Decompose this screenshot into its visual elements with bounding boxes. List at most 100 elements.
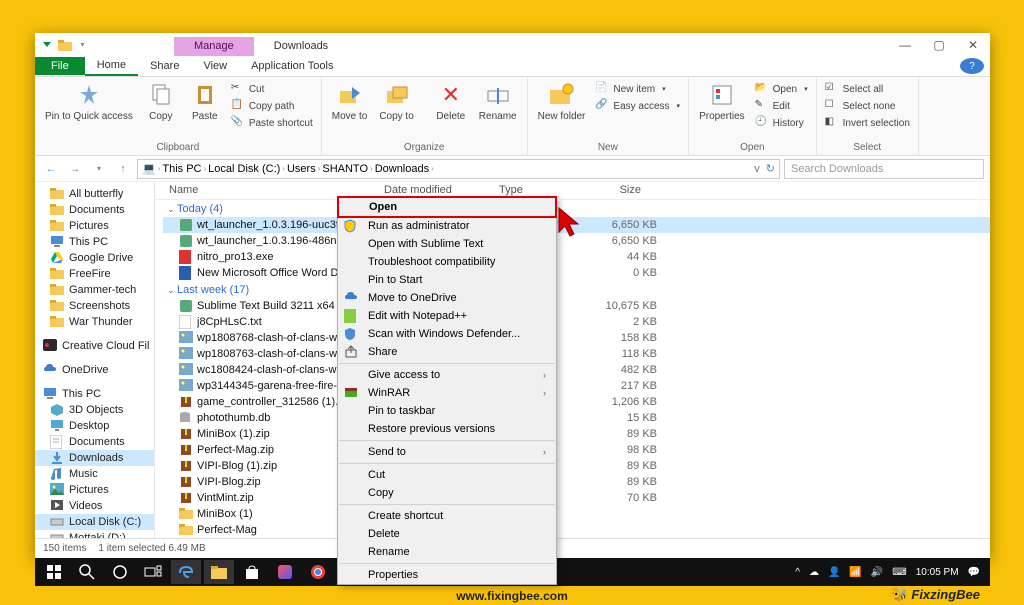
delete-button[interactable]: ✕Delete: [431, 79, 471, 124]
new-folder-button[interactable]: New folder: [534, 79, 590, 124]
tray-cloud-icon[interactable]: ☁: [809, 567, 819, 578]
tray-chevron-icon[interactable]: ^: [795, 567, 800, 578]
column-headers[interactable]: Name Date modified Type Size: [155, 182, 990, 200]
crumb-pc[interactable]: This PC: [162, 163, 201, 175]
tray-notifications-icon[interactable]: 💬: [968, 567, 980, 578]
app-tools-tab[interactable]: Application Tools: [239, 57, 345, 75]
file-row[interactable]: MiniBox (1): [163, 506, 990, 522]
rename-button[interactable]: Rename: [475, 79, 521, 124]
sidebar-item[interactable]: Downloads: [35, 450, 154, 466]
crumb-folder[interactable]: Downloads: [375, 163, 429, 175]
file-row[interactable]: j8CpHLsC.txt2 KB: [163, 314, 990, 330]
app-icon-1[interactable]: [270, 560, 300, 584]
cut-button[interactable]: ✂Cut: [229, 81, 315, 97]
new-item-button[interactable]: 📄New item▾: [593, 81, 682, 97]
file-row[interactable]: New Microsoft Office Word Document.d...0…: [163, 265, 990, 281]
copy-button[interactable]: Copy: [141, 79, 181, 124]
col-size[interactable]: Size: [575, 184, 645, 196]
back-button[interactable]: ←: [41, 159, 61, 179]
file-row[interactable]: wp1808763-clash-of-clans-wallpapers.jpg1…: [163, 346, 990, 362]
maximize-button[interactable]: ▢: [922, 33, 956, 56]
file-row[interactable]: wc1808424-clash-of-clans-wallpapers.jpg4…: [163, 362, 990, 378]
context-menu[interactable]: OpenRun as administratorOpen with Sublim…: [337, 196, 557, 585]
history-button[interactable]: 🕘History: [753, 115, 810, 131]
sidebar-item[interactable]: Music: [35, 466, 154, 482]
tray-lang-icon[interactable]: ⌨: [892, 567, 906, 578]
menu-item[interactable]: Send to›: [338, 443, 556, 461]
pin-quick-access-button[interactable]: Pin to Quick access: [41, 79, 137, 124]
dropdown-icon[interactable]: ▾: [75, 37, 90, 52]
menu-item[interactable]: Troubleshoot compatibility: [338, 253, 556, 271]
explorer-icon[interactable]: [204, 560, 234, 584]
paste-button[interactable]: Paste: [185, 79, 225, 124]
breadcrumb-dropdown[interactable]: v: [754, 163, 760, 175]
menu-item[interactable]: Edit with Notepad++: [338, 307, 556, 325]
down-arrow-icon[interactable]: [39, 37, 54, 52]
move-to-button[interactable]: Move to: [328, 79, 372, 124]
menu-item[interactable]: Give access to›: [338, 366, 556, 384]
sidebar-item[interactable]: War Thunder: [35, 314, 154, 330]
tray-people-icon[interactable]: 👤: [828, 567, 840, 578]
minimize-button[interactable]: —: [888, 33, 922, 56]
sidebar-item[interactable]: Documents: [35, 202, 154, 218]
file-row[interactable]: MiniBox (1).zip89 KB: [163, 426, 990, 442]
sidebar-item[interactable]: Local Disk (C:): [35, 514, 154, 530]
file-row[interactable]: Perfect-Mag: [163, 522, 990, 538]
menu-item[interactable]: Delete: [338, 525, 556, 543]
breadcrumb[interactable]: 💻 › This PC› Local Disk (C:)› Users› SHA…: [137, 159, 780, 179]
properties-button[interactable]: Properties: [695, 79, 749, 124]
home-tab[interactable]: Home: [85, 56, 138, 76]
view-tab[interactable]: View: [191, 57, 239, 75]
sidebar-creative-cloud[interactable]: Creative Cloud Fil: [35, 338, 154, 354]
start-button[interactable]: [39, 560, 69, 584]
sidebar-item[interactable]: All butterfly: [35, 186, 154, 202]
forward-button[interactable]: →: [65, 159, 85, 179]
sidebar-item[interactable]: Google Drive: [35, 250, 154, 266]
share-tab[interactable]: Share: [138, 57, 191, 75]
tray-clock[interactable]: 10:05 PM: [916, 567, 959, 578]
file-row[interactable]: Sublime Text Build 3211 x64 Setup.exe10,…: [163, 298, 990, 314]
file-row[interactable]: wp3144345-garena-free-fire-wallpapers.j.…: [163, 378, 990, 394]
copy-to-button[interactable]: Copy to: [375, 79, 417, 124]
sidebar-item[interactable]: This PC: [35, 234, 154, 250]
sidebar-item[interactable]: Pictures: [35, 482, 154, 498]
file-row[interactable]: VintMint.zip70 KB: [163, 490, 990, 506]
paste-shortcut-button[interactable]: 📎Paste shortcut: [229, 115, 315, 131]
sidebar-onedrive[interactable]: OneDrive: [35, 362, 154, 378]
menu-item[interactable]: Pin to taskbar: [338, 402, 556, 420]
menu-item[interactable]: Share: [338, 343, 556, 361]
system-tray[interactable]: ^ ☁ 👤 📶 🔊 ⌨ 10:05 PM 💬: [795, 567, 986, 578]
group-lastweek[interactable]: Last week (17): [163, 281, 990, 298]
sidebar-item[interactable]: Pictures: [35, 218, 154, 234]
sidebar-item[interactable]: Mottaki (D:): [35, 530, 154, 538]
sidebar-item[interactable]: Desktop: [35, 418, 154, 434]
select-none-button[interactable]: ☐Select none: [823, 98, 912, 114]
navigation-pane[interactable]: All butterflyDocumentsPicturesThis PCGoo…: [35, 182, 155, 538]
menu-item[interactable]: WinRAR›: [338, 384, 556, 402]
file-row[interactable]: VIPI-Blog (1).zip89 KB: [163, 458, 990, 474]
up-button[interactable]: ↑: [113, 159, 133, 179]
sidebar-item[interactable]: Screenshots: [35, 298, 154, 314]
file-tab[interactable]: File: [35, 57, 85, 75]
file-row[interactable]: nitro_pro13.exe44 KB: [163, 249, 990, 265]
col-date[interactable]: Date modified: [380, 184, 495, 196]
menu-item[interactable]: Scan with Windows Defender...: [338, 325, 556, 343]
sidebar-this-pc[interactable]: This PC: [35, 386, 154, 402]
search-input[interactable]: Search Downloads: [784, 159, 984, 179]
crumb-users[interactable]: Users: [287, 163, 316, 175]
search-icon[interactable]: [72, 560, 102, 584]
file-row[interactable]: photothumb.db15 KB: [163, 410, 990, 426]
refresh-button[interactable]: ↻: [766, 162, 775, 175]
crumb-drive[interactable]: Local Disk (C:): [208, 163, 280, 175]
menu-item[interactable]: Move to OneDrive: [338, 289, 556, 307]
invert-selection-button[interactable]: ◧Invert selection: [823, 115, 912, 131]
chrome-icon[interactable]: [303, 560, 333, 584]
store-icon[interactable]: [237, 560, 267, 584]
copy-path-button[interactable]: 📋Copy path: [229, 98, 315, 114]
open-button[interactable]: 📂Open▾: [753, 81, 810, 97]
recent-dropdown[interactable]: ▾: [89, 159, 109, 179]
menu-item[interactable]: Open: [337, 196, 557, 218]
menu-item[interactable]: Properties: [338, 566, 556, 584]
menu-item[interactable]: Create shortcut: [338, 507, 556, 525]
file-row[interactable]: wp1808768-clash-of-clans-wallpapers.jpg1…: [163, 330, 990, 346]
